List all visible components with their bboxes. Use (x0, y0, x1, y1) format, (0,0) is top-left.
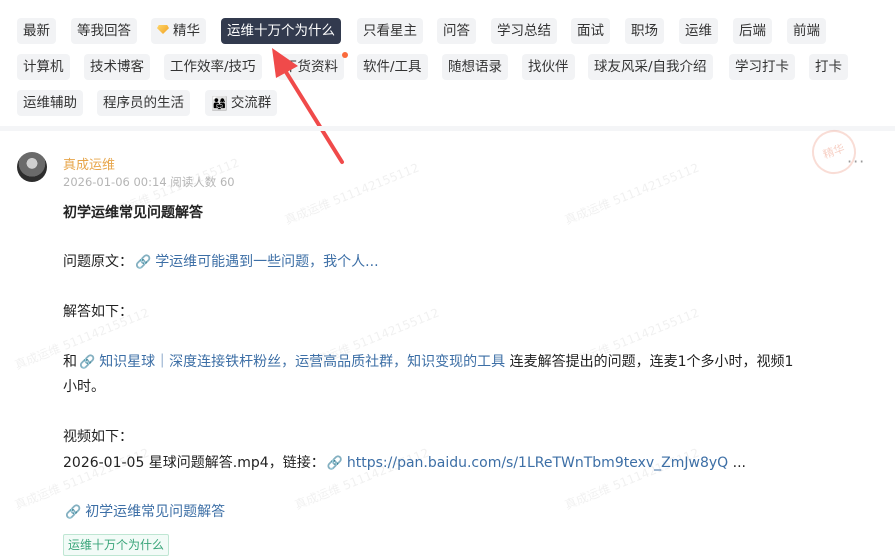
tag-software-tools[interactable]: 软件/工具 (357, 54, 428, 80)
answer-text-cont: 小时。 (63, 379, 105, 395)
tag-programmer-life[interactable]: 程序员的生活 (97, 90, 190, 116)
tag-group-chat-label: 交流群 (230, 95, 272, 111)
watermark: 真成运维 511142155112 (562, 160, 702, 228)
tag-filter-bar: 最新 等我回答 精华 运维十万个为什么 只看星主 问答 学习总结 面试 职场 运… (0, 0, 895, 128)
tag-find-partner[interactable]: 找伙伴 (522, 54, 575, 80)
tag-featured[interactable]: 精华 (151, 18, 206, 44)
link-icon: 🔗 (65, 505, 82, 520)
tag-computer[interactable]: 计算机 (17, 54, 70, 80)
question-link[interactable]: 学运维可能遇到一些问题，我个人... (155, 254, 378, 270)
answer-label: 解答如下： (63, 304, 133, 320)
video-file: 2026-01-05 星球问题解答.mp4，链接： (63, 455, 325, 471)
tag-tech-blog[interactable]: 技术博客 (84, 54, 150, 80)
notification-dot (342, 52, 348, 58)
section-divider (0, 126, 895, 131)
tag-latest[interactable]: 最新 (17, 18, 56, 44)
video-label: 视频如下： (63, 429, 133, 445)
more-options-icon[interactable]: ··· (847, 152, 865, 171)
question-label: 问题原文： (63, 254, 133, 270)
tag-member-intro[interactable]: 球友风采/自我介绍 (588, 54, 713, 80)
link-icon: 🔗 (135, 255, 152, 270)
tag-study-summary[interactable]: 学习总结 (491, 18, 557, 44)
read-count: 阅读人数 60 (170, 175, 235, 189)
tag-waiting-answer[interactable]: 等我回答 (71, 18, 137, 44)
tag-workplace[interactable]: 职场 (625, 18, 664, 44)
link-icon: 🔗 (79, 355, 96, 370)
answer-line: 和 🔗 知识星球｜深度连接铁杆粉丝，运营高品质社群，知识变现的工具 连麦解答提出的问… (63, 351, 793, 371)
tag-frontend[interactable]: 前端 (787, 18, 826, 44)
post-meta: 2026-01-06 00:14 阅读人数 60 (63, 174, 235, 190)
tag-study-checkin[interactable]: 学习打卡 (729, 54, 795, 80)
tag-resources[interactable]: 干货资料 (278, 54, 344, 80)
family-emoji-icon: 👨‍👩‍👧 (211, 96, 228, 112)
link-icon: 🔗 (326, 456, 343, 471)
tag-efficiency[interactable]: 工作效率/技巧 (164, 54, 262, 80)
planet-link[interactable]: 知识星球｜深度连接铁杆粉丝，运营高品质社群，知识变现的工具 (99, 354, 505, 370)
topic-tag[interactable]: 运维十万个为什么 (63, 534, 170, 556)
author-avatar[interactable] (17, 152, 47, 182)
footer-link-line: 🔗 初学运维常见问题解答 (63, 501, 225, 521)
video-ellipsis: ... (732, 455, 746, 471)
tag-ops[interactable]: 运维 (679, 18, 718, 44)
video-line: 2026-01-05 星球问题解答.mp4，链接： 🔗 https://pan.ba… (63, 452, 746, 472)
video-link[interactable]: https://pan.baidu.com/s/1LReTWnTbm9texv_… (347, 455, 728, 471)
footer-article-link[interactable]: 初学运维常见问题解答 (85, 504, 225, 520)
tag-interview[interactable]: 面试 (571, 18, 610, 44)
and-prefix: 和 (63, 354, 77, 370)
tag-checkin[interactable]: 打卡 (809, 54, 848, 80)
question-line: 问题原文： 🔗 学运维可能遇到一些问题，我个人... (63, 251, 379, 271)
watermark: 真成运维 511142155112 (282, 160, 422, 228)
post-title: 初学运维常见问题解答 (63, 205, 203, 221)
tag-backend[interactable]: 后端 (733, 18, 772, 44)
tag-ops-assist[interactable]: 运维辅助 (17, 90, 83, 116)
tag-owner-only[interactable]: 只看星主 (357, 18, 423, 44)
tag-qa[interactable]: 问答 (437, 18, 476, 44)
author-name[interactable]: 真成运维 (63, 154, 115, 173)
tag-group-chat[interactable]: 👨‍👩‍👧 交流群 (205, 90, 278, 116)
answer-text: 连麦解答提出的问题，连麦1个多小时，视频1 (509, 354, 794, 370)
tag-featured-label: 精华 (173, 23, 200, 39)
tag-thoughts[interactable]: 随想语录 (442, 54, 508, 80)
tag-ops-100k-why[interactable]: 运维十万个为什么 (221, 18, 341, 44)
post-date: 2026-01-06 00:14 (63, 175, 167, 189)
diamond-icon (157, 25, 169, 34)
